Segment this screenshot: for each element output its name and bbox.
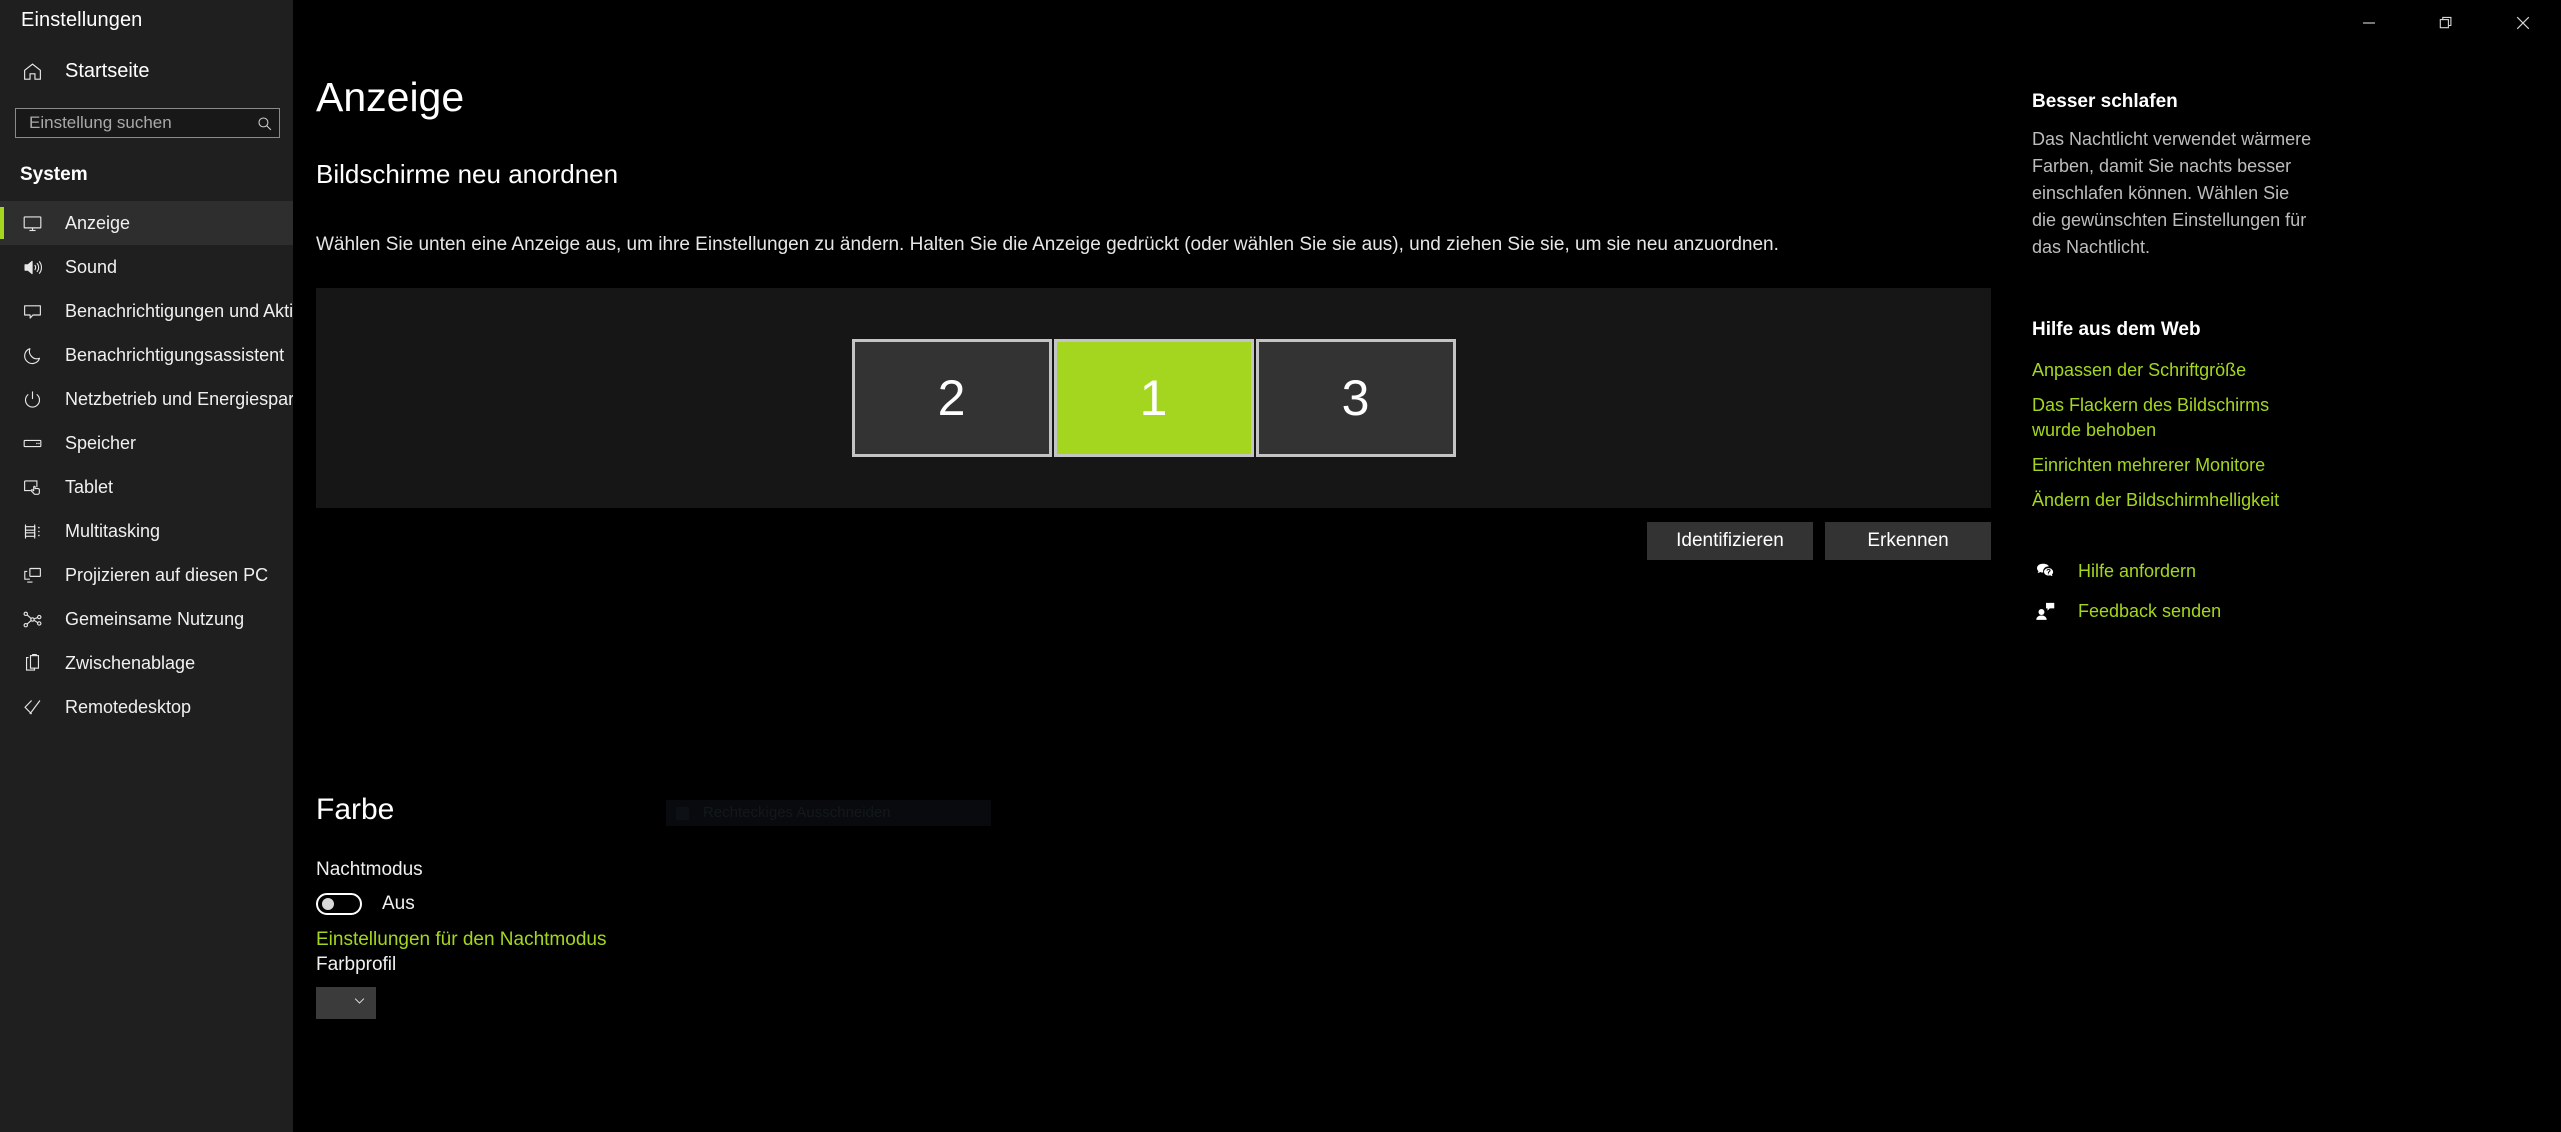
tablet-touch-icon [20,475,44,499]
panel-actions: Hilfe anfordern Feedback senden [2032,559,2312,623]
sidebar-item-label: Projizieren auf diesen PC [65,565,269,585]
snip-tool-overlay: Rechteckiges Ausschneiden [666,800,991,826]
sidebar-item-label: Remotedesktop [65,697,192,717]
rectangular-snip-icon [676,806,689,820]
sidebar-item-label: Netzbetrieb und Energiesparen [65,389,293,409]
feedback-person-icon [2032,599,2058,623]
sidebar-nav: Anzeige Sound Benachrichtigungen und Akt… [0,201,293,729]
page-title: Anzeige [316,74,465,120]
color-profile-label: Farbprofil [316,954,397,975]
rearrange-description: Wählen Sie unten eine Anzeige aus, um ih… [316,234,1779,255]
search-box[interactable] [15,108,280,138]
section-title-rearrange: Bildschirme neu anordnen [316,159,619,189]
send-feedback-action[interactable]: Feedback senden [2032,599,2312,623]
monitor-tile-3[interactable]: 3 [1255,339,1456,457]
sidebar-home-label: Startseite [65,60,150,82]
sidebar-item-multitasking[interactable]: Multitasking [0,509,293,553]
remote-desktop-icon [20,695,44,719]
moon-icon [20,343,44,367]
power-icon [20,387,44,411]
chevron-down-icon [352,993,367,1013]
web-help-link[interactable]: Das Flackern des Bildschirms wurde behob… [2032,393,2312,443]
right-info-panel: Besser schlafen Das Nachtlicht verwendet… [2032,90,2312,623]
sidebar-item-label: Speicher [65,433,137,453]
send-feedback-label[interactable]: Feedback senden [2078,600,2221,622]
snip-overlay-label: Rechteckiges Ausschneiden [703,804,891,821]
web-help-links: Anpassen der Schriftgröße Das Flackern d… [2032,358,2312,513]
monitor-arrangement-panel[interactable]: 2 1 3 [316,288,1991,508]
sidebar-item-label: Anzeige [65,213,131,233]
sidebar-item-label: Benachrichtigungen und Aktionen [65,301,293,321]
minimize-button[interactable] [2330,0,2407,46]
web-help-link[interactable]: Anpassen der Schriftgröße [2032,358,2312,383]
night-mode-settings-link[interactable]: Einstellungen für den Nachtmodus [316,928,606,952]
web-help-link[interactable]: Ändern der Bildschirmhelligkeit [2032,488,2312,513]
sidebar-item-label: Sound [65,257,118,277]
color-profile-dropdown[interactable] [316,987,376,1019]
home-icon [20,59,44,83]
get-help-action[interactable]: Hilfe anfordern [2032,559,2312,583]
minimize-icon [2362,16,2376,30]
monitor-icon [20,211,44,235]
sidebar-item-speicher[interactable]: Speicher [0,421,293,465]
monitor-tile-1[interactable]: 1 [1053,339,1254,457]
monitor-action-buttons: Identifizieren Erkennen [316,522,1991,560]
close-button[interactable] [2484,0,2561,46]
night-mode-toggle[interactable] [316,893,362,915]
sidebar-item-remotedesktop[interactable]: Remotedesktop [0,685,293,729]
restore-icon [2439,16,2453,30]
tip-heading: Besser schlafen [2032,91,2178,112]
sidebar-item-benachrichtigungen[interactable]: Benachrichtigungen und Aktionen [0,289,293,333]
share-icon [20,607,44,631]
window-controls [2330,0,2561,46]
sidebar-group-title: System [20,164,88,185]
chat-bubble-icon [20,299,44,323]
search-icon[interactable] [250,109,279,137]
sidebar-item-benachrichtigungsassistent[interactable]: Benachrichtigungsassistent [0,333,293,377]
search-input[interactable] [16,109,250,137]
web-help-heading: Hilfe aus dem Web [2032,319,2201,340]
sidebar-item-projizieren[interactable]: Projizieren auf diesen PC [0,553,293,597]
night-mode-toggle-row: Aus [316,893,415,915]
detect-button[interactable]: Erkennen [1825,522,1991,560]
web-help-link[interactable]: Einrichten mehrerer Monitore [2032,453,2312,478]
sidebar-item-label: Tablet [65,477,114,497]
project-screen-icon [20,563,44,587]
night-mode-label: Nachtmodus [316,859,423,880]
night-mode-state: Aus [382,893,415,914]
monitor-tile-2[interactable]: 2 [851,339,1052,457]
sidebar-item-label: Multitasking [65,521,161,541]
identify-button[interactable]: Identifizieren [1647,522,1813,560]
help-chat-icon [2032,559,2058,583]
speaker-icon [20,255,44,279]
sidebar-item-label: Zwischenablage [65,653,196,673]
maximize-button[interactable] [2407,0,2484,46]
sidebar-item-sound[interactable]: Sound [0,245,293,289]
sidebar-item-label: Gemeinsame Nutzung [65,609,245,629]
toggle-knob [322,898,334,910]
get-help-label[interactable]: Hilfe anfordern [2078,560,2196,582]
sidebar-item-label: Benachrichtigungsassistent [65,345,285,365]
clipboard-icon [20,651,44,675]
sidebar-item-zwischenablage[interactable]: Zwischenablage [0,641,293,685]
settings-window: Startseite System [0,0,2561,1132]
sidebar-item-anzeige[interactable]: Anzeige [0,201,293,245]
tip-body: Das Nachtlicht verwendet wärmere Farben,… [2032,129,2312,257]
multitasking-icon [20,519,44,543]
sidebar-item-home[interactable]: Startseite [0,50,293,92]
main-content: Anzeige Bildschirme neu anordnen Wählen … [293,0,2561,1132]
close-icon [2516,16,2530,30]
section-title-color: Farbe [316,793,395,826]
sidebar-item-netzbetrieb[interactable]: Netzbetrieb und Energiesparen [0,377,293,421]
sidebar-item-gemeinsame-nutzung[interactable]: Gemeinsame Nutzung [0,597,293,641]
drive-icon [20,431,44,455]
sidebar: Startseite System [0,0,293,1132]
sidebar-item-tablet[interactable]: Tablet [0,465,293,509]
